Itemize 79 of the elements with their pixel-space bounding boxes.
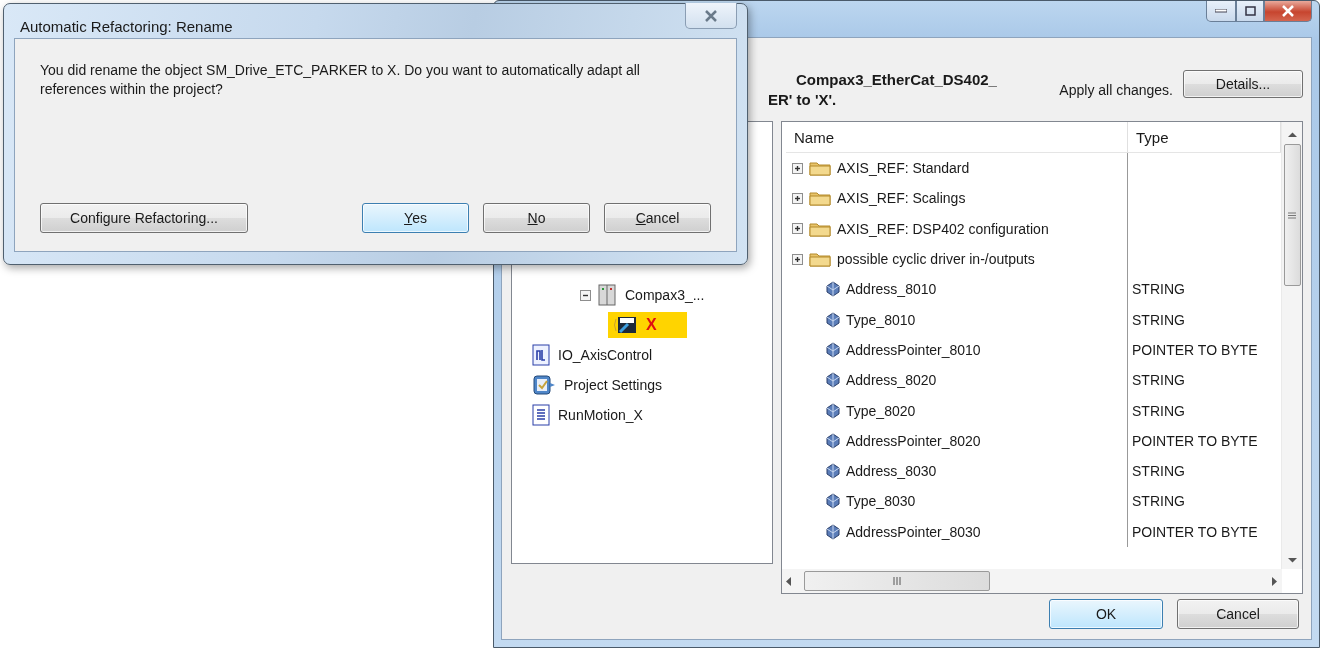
cube-icon (826, 341, 840, 358)
column-header[interactable]: Name (786, 122, 1128, 152)
grip-icon (893, 577, 901, 585)
header-text: Compax3_EtherCat_DS402_ (795, 70, 998, 90)
close-button[interactable] (1264, 1, 1312, 22)
name-cell: AXIS_REF: Scalings (837, 190, 966, 207)
tree-item[interactable]: IO_AxisControl (556, 343, 659, 367)
collapse-icon[interactable] (580, 289, 591, 301)
maximize-icon (1244, 6, 1256, 16)
type-cell-text: POINTER TO BYTE (1131, 432, 1259, 449)
expand-icon[interactable] (792, 223, 803, 235)
folder-icon (809, 220, 831, 237)
folder-icon (809, 251, 831, 268)
vertical-scrollbar[interactable] (1281, 122, 1302, 569)
grip-icon (1288, 211, 1296, 219)
type-cell-text: POINTER TO BYTE (1131, 523, 1259, 540)
close-icon (704, 9, 718, 22)
cube-icon (826, 523, 840, 540)
cancel-button[interactable]: Cancel (1177, 599, 1299, 629)
name-cell: Address_8030 (846, 463, 937, 480)
cube-icon (826, 402, 840, 419)
no-button[interactable]: No (483, 203, 590, 233)
document-icon (532, 404, 550, 426)
tree-item[interactable]: RunMotion_X (556, 403, 649, 427)
close-button[interactable] (685, 3, 737, 29)
details-button[interactable]: Details... (1183, 70, 1303, 98)
type-cell-text: STRING (1131, 311, 1186, 328)
cabinet-icon (597, 284, 617, 306)
drive-icon (612, 315, 638, 335)
close-icon (1281, 5, 1295, 17)
name-cell: Type_8030 (846, 493, 916, 510)
cube-icon (826, 311, 840, 328)
cancel-button[interactable]: Cancel (604, 203, 711, 233)
type-cell-text: POINTER TO BYTE (1131, 341, 1259, 358)
name-cell: Address_8010 (846, 281, 937, 298)
scroll-up-icon[interactable] (1287, 132, 1297, 138)
name-cell: Address_8020 (846, 372, 937, 389)
yes-button[interactable]: Yes (362, 203, 469, 233)
cube-icon (826, 493, 840, 510)
cube-icon (826, 372, 840, 389)
header-text: ER' to 'X'. (768, 90, 838, 110)
tree-item-label: X (646, 316, 657, 334)
horizontal-scrollbar[interactable] (782, 569, 1282, 593)
name-cell: AddressPointer_8020 (846, 432, 981, 449)
name-cell: AXIS_REF: DSP402 configuration (837, 220, 1049, 237)
type-cell-text: STRING (1131, 372, 1186, 389)
settings-icon (532, 374, 556, 396)
expand-icon[interactable] (792, 162, 803, 174)
cube-icon (826, 463, 840, 480)
name-cell: AddressPointer_8010 (846, 341, 981, 358)
folder-icon (809, 190, 831, 207)
type-cell-text: STRING (1131, 493, 1186, 510)
name-cell: AXIS_REF: Standard (837, 160, 970, 177)
folder-icon (809, 160, 831, 177)
maximize-button[interactable] (1236, 1, 1264, 22)
name-cell: Type_8010 (846, 311, 916, 328)
apply-text: Apply all changes. (1059, 82, 1173, 98)
configure-button[interactable]: Configure Refactoring... (40, 203, 248, 233)
scroll-down-icon[interactable] (1287, 557, 1297, 563)
tree-item[interactable]: Compax3_... (623, 283, 711, 307)
io-document-icon (532, 344, 550, 366)
ok-button[interactable]: OK (1049, 599, 1163, 629)
minimize-button[interactable] (1206, 1, 1236, 22)
scroll-right-icon[interactable] (1272, 576, 1278, 586)
name-cell: possible cyclic driver in-/outputs (837, 251, 1035, 268)
name-cell: Type_8020 (846, 402, 916, 419)
type-cell-text: STRING (1131, 402, 1186, 419)
type-cell-text: STRING (1131, 463, 1186, 480)
tree-item[interactable]: Project Settings (562, 373, 669, 397)
type-cell-text: STRING (1131, 281, 1186, 298)
cube-icon (826, 281, 840, 298)
expand-icon[interactable] (792, 192, 803, 204)
minimize-icon (1215, 9, 1227, 13)
window-title: Automatic Refactoring: Rename (20, 18, 233, 35)
cube-icon (826, 432, 840, 449)
message-text: You did rename the object SM_Drive_ETC_PARKER to X. Do you want to automatically adapt all references within the project? (40, 61, 641, 99)
expand-icon[interactable] (792, 253, 803, 265)
scroll-left-icon[interactable] (786, 576, 792, 586)
name-cell: AddressPointer_8030 (846, 523, 981, 540)
